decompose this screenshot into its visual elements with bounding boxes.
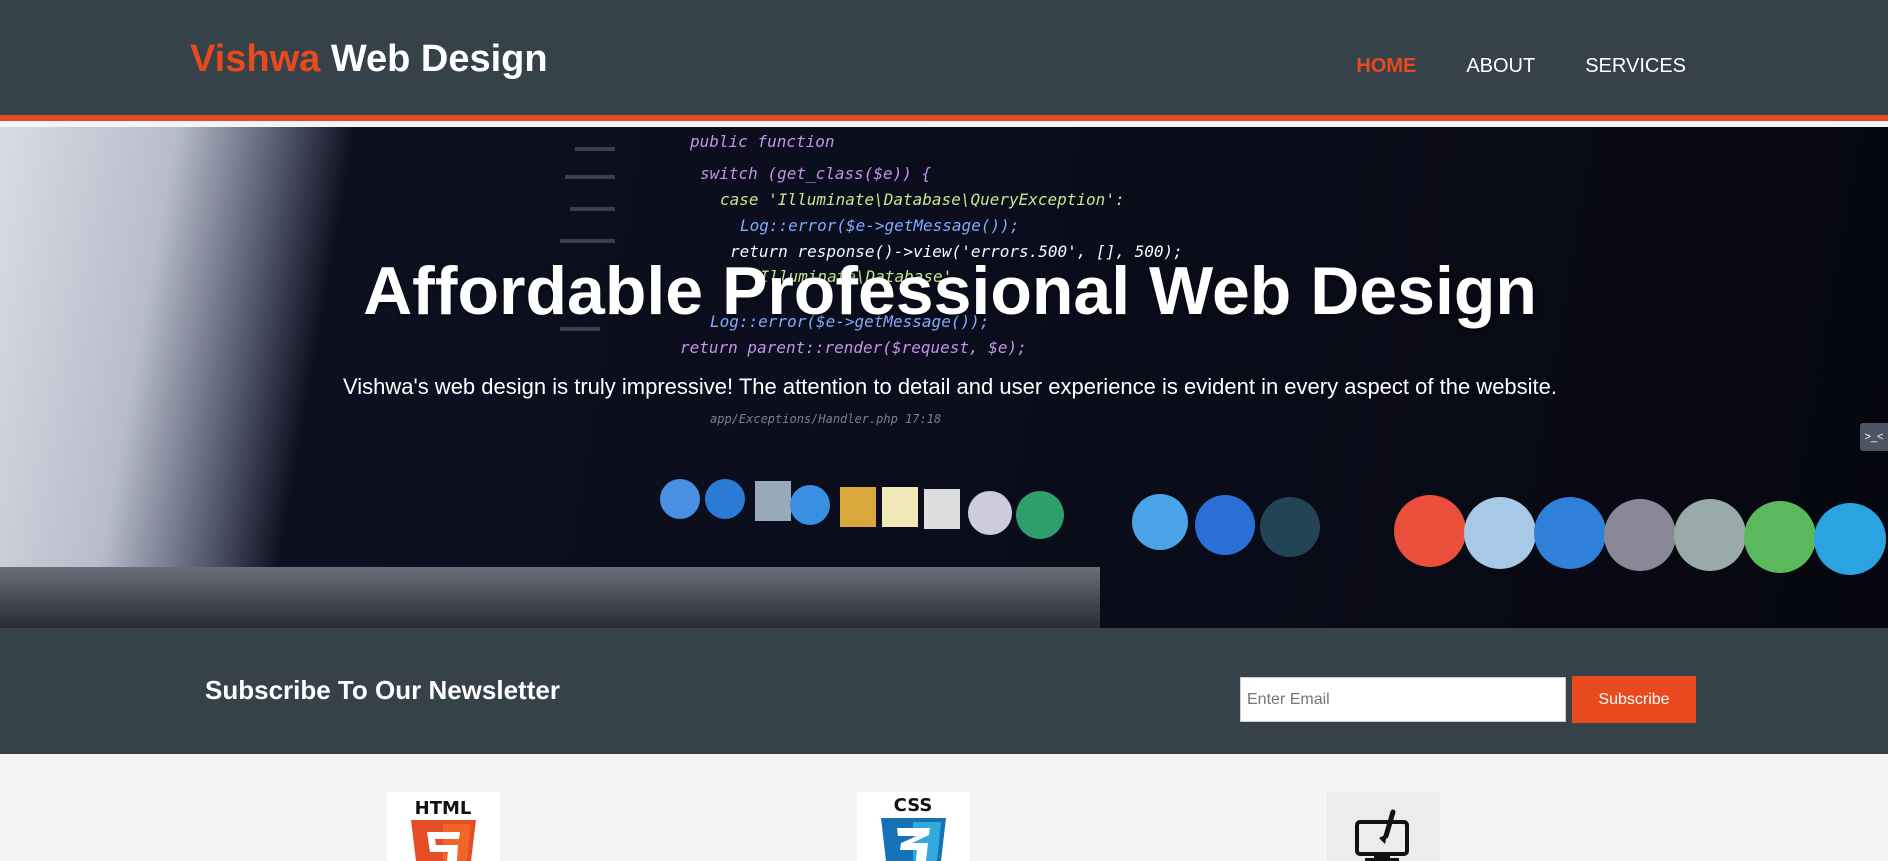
main-nav: HOME ABOUT SERVICES [1306, 55, 1686, 78]
hero-keyboard-backdrop [0, 567, 1100, 628]
css3-icon: CSS [857, 792, 970, 861]
subscribe-button[interactable]: Subscribe [1572, 676, 1696, 723]
svg-text:switch (get_class($e)) {: switch (get_class($e)) { [700, 164, 932, 183]
html5-icon: HTML [387, 792, 500, 861]
svg-text:Log::error($e->getMessage());: Log::error($e->getMessage()); [740, 216, 1019, 235]
nav-home[interactable]: HOME [1356, 55, 1416, 78]
nav-about[interactable]: ABOUT [1466, 55, 1535, 78]
svg-text:public function: public function [689, 132, 835, 151]
brand-highlight: Vishwa [190, 38, 321, 80]
monitor-brush-icon [1327, 792, 1440, 861]
svg-text:case 'Illuminate\Database\Quer: case 'Illuminate\Database\QueryException… [720, 190, 1125, 209]
hero-text: Vishwa's web design is truly impressive!… [342, 374, 1558, 399]
html-icon-label: HTML [415, 798, 472, 819]
hero-showcase: public function switch (get_class($e)) {… [0, 127, 1888, 628]
site-header: Vishwa Web Design HOME ABOUT SERVICES [0, 0, 1888, 121]
brand-rest: Web Design [320, 38, 548, 80]
side-panel-tab[interactable]: >_< [1860, 423, 1888, 451]
newsletter-title: Subscribe To Our Newsletter [205, 675, 560, 705]
features-boxes: HTML CSS [0, 754, 1888, 861]
site-logo[interactable]: Vishwa Web Design [190, 38, 548, 81]
email-field[interactable] [1240, 677, 1566, 722]
hero-dock-backdrop [660, 479, 1886, 575]
svg-text:return parent::render($request: return parent::render($request, $e); [680, 338, 1027, 357]
css-icon-label: CSS [894, 795, 933, 816]
nav-services[interactable]: SERVICES [1585, 55, 1686, 78]
svg-text:app/Exceptions/Handler.php 1: app/Exceptions/Handler.php 17:18 [710, 412, 941, 426]
hero-title: Affordable Professional Web Design [363, 253, 1537, 329]
newsletter-section: Subscribe To Our Newsletter Subscribe [0, 628, 1888, 754]
